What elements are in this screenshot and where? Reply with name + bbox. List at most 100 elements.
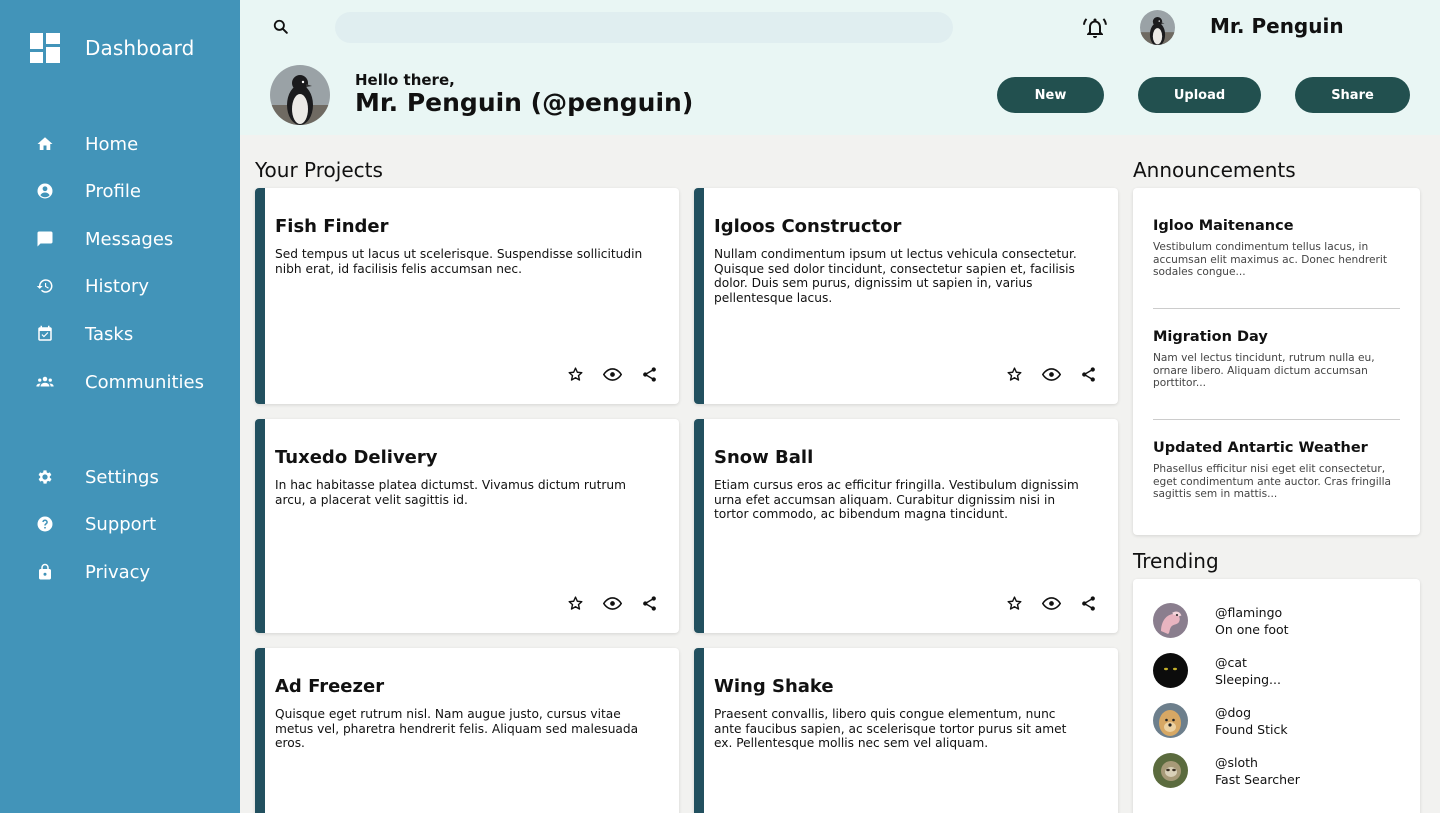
sidebar-item-tasks[interactable]: Tasks (36, 319, 133, 349)
project-description: Nullam condimentum ipsum ut lectus vehic… (714, 247, 1077, 305)
project-title: Snow Ball (714, 447, 814, 468)
search-input[interactable] (335, 12, 953, 43)
share-icon[interactable] (640, 365, 659, 384)
project-title: Ad Freezer (275, 676, 385, 697)
share-button[interactable]: Share (1295, 77, 1410, 113)
sidebar-item-label: Settings (85, 466, 159, 488)
avatar (1153, 753, 1188, 788)
project-description: Sed tempus ut lacus ut scelerisque. Susp… (275, 247, 643, 276)
announcement-text: Phasellus efficitur nisi eget elit conse… (1153, 463, 1392, 501)
sidebar-item-messages[interactable]: Messages (36, 224, 173, 254)
project-card[interactable]: Snow Ball Etiam cursus eros ac efficitur… (694, 419, 1118, 633)
trending-status: Fast Searcher (1215, 771, 1300, 787)
profile-avatar (270, 65, 330, 125)
avatar (1153, 703, 1188, 738)
trending-handle: @cat (1215, 654, 1247, 670)
calendar-check-icon (36, 325, 54, 343)
project-card[interactable]: Wing Shake Praesent convallis, libero qu… (694, 648, 1118, 813)
greeting: Hello there, (355, 71, 455, 89)
announcement-item[interactable]: Igloo Maitenance Vestibulum condimentum … (1153, 218, 1400, 279)
project-card[interactable]: Fish Finder Sed tempus ut lacus ut scele… (255, 188, 679, 404)
brand[interactable]: Dashboard (30, 33, 194, 63)
divider (1153, 419, 1400, 420)
trending-status: On one foot (1215, 621, 1289, 637)
trending-status: Found Stick (1215, 721, 1288, 737)
announcements-panel: Igloo Maitenance Vestibulum condimentum … (1133, 188, 1420, 535)
lock-icon (36, 563, 54, 581)
message-icon (36, 230, 54, 248)
project-description: Praesent convallis, libero quis congue e… (714, 707, 1067, 750)
announcement-title: Migration Day (1153, 329, 1268, 345)
bell-icon[interactable] (1083, 16, 1107, 40)
trending-item[interactable]: @flamingo On one foot (1153, 603, 1289, 638)
announcement-item[interactable]: Migration Day Nam vel lectus tincidunt, … (1153, 329, 1400, 390)
search-icon[interactable] (271, 17, 291, 37)
avatar[interactable] (1140, 10, 1175, 45)
announcement-text: Nam vel lectus tincidunt, rutrum nulla e… (1153, 352, 1375, 390)
project-description: Quisque eget rutrum nisl. Nam augue just… (275, 707, 639, 750)
upload-button[interactable]: Upload (1138, 77, 1261, 113)
sidebar-item-profile[interactable]: Profile (36, 176, 141, 206)
divider (1153, 308, 1400, 309)
project-card[interactable]: Igloos Constructor Nullam condimentum ip… (694, 188, 1118, 404)
sidebar-item-communities[interactable]: Communities (36, 367, 204, 397)
share-icon[interactable] (640, 594, 659, 613)
sidebar-item-support[interactable]: Support (36, 509, 156, 539)
avatar (1153, 603, 1188, 638)
view-icon[interactable] (603, 594, 622, 613)
projects-title: Your Projects (255, 158, 383, 182)
trending-item[interactable]: @cat Sleeping... (1153, 653, 1281, 688)
view-icon[interactable] (603, 365, 622, 384)
share-icon[interactable] (1079, 594, 1098, 613)
announcement-text: Vestibulum condimentum tellus lacus, in … (1153, 241, 1388, 279)
view-icon[interactable] (1042, 365, 1061, 384)
trending-handle: @dog (1215, 704, 1252, 720)
sidebar-item-history[interactable]: History (36, 271, 149, 301)
trending-handle: @sloth (1215, 754, 1258, 770)
account-icon (36, 182, 54, 200)
project-title: Fish Finder (275, 216, 389, 237)
project-title: Tuxedo Delivery (275, 447, 438, 468)
home-icon (36, 135, 54, 153)
sidebar-item-home[interactable]: Home (36, 129, 138, 159)
star-icon[interactable] (1005, 365, 1024, 384)
sidebar-item-label: History (85, 275, 150, 297)
project-title: Igloos Constructor (714, 216, 902, 237)
trending-title: Trending (1133, 549, 1219, 573)
history-icon (36, 277, 54, 295)
sidebar-item-label: Tasks (85, 323, 134, 345)
project-card[interactable]: Ad Freezer Quisque eget rutrum nisl. Nam… (255, 648, 679, 813)
username[interactable]: Mr. Penguin (1210, 14, 1344, 38)
avatar (1153, 653, 1188, 688)
header: Mr. Penguin Hello there, Mr. Penguin (@p… (240, 0, 1440, 135)
trending-status: Sleeping... (1215, 671, 1281, 687)
gear-icon (36, 468, 54, 486)
sidebar-item-label: Home (85, 133, 139, 155)
help-icon (36, 515, 54, 533)
trending-item[interactable]: @sloth Fast Searcher (1153, 753, 1300, 788)
view-icon[interactable] (1042, 594, 1061, 613)
brand-title: Dashboard (85, 36, 195, 60)
sidebar-item-label: Privacy (85, 561, 151, 583)
star-icon[interactable] (566, 594, 585, 613)
page-title: Mr. Penguin (@penguin) (355, 88, 694, 117)
sidebar-item-label: Profile (85, 180, 141, 202)
sidebar-item-label: Messages (85, 228, 174, 250)
announcement-item[interactable]: Updated Antartic Weather Phasellus effic… (1153, 440, 1400, 501)
sidebar-item-settings[interactable]: Settings (36, 462, 159, 492)
group-icon (36, 373, 54, 391)
sidebar-item-privacy[interactable]: Privacy (36, 557, 150, 587)
trending-handle: @flamingo (1215, 604, 1283, 620)
announcement-title: Updated Antartic Weather (1153, 440, 1368, 456)
trending-item[interactable]: @dog Found Stick (1153, 703, 1288, 738)
project-description: In hac habitasse platea dictumst. Vivamu… (275, 478, 627, 507)
star-icon[interactable] (566, 365, 585, 384)
star-icon[interactable] (1005, 594, 1024, 613)
announcements-title: Announcements (1133, 158, 1296, 182)
share-icon[interactable] (1079, 365, 1098, 384)
sidebar: Dashboard Home Profile Messages History … (0, 0, 240, 813)
new-button[interactable]: New (997, 77, 1104, 113)
project-card[interactable]: Tuxedo Delivery In hac habitasse platea … (255, 419, 679, 633)
sidebar-item-label: Support (85, 513, 157, 535)
sidebar-item-label: Communities (85, 371, 204, 393)
